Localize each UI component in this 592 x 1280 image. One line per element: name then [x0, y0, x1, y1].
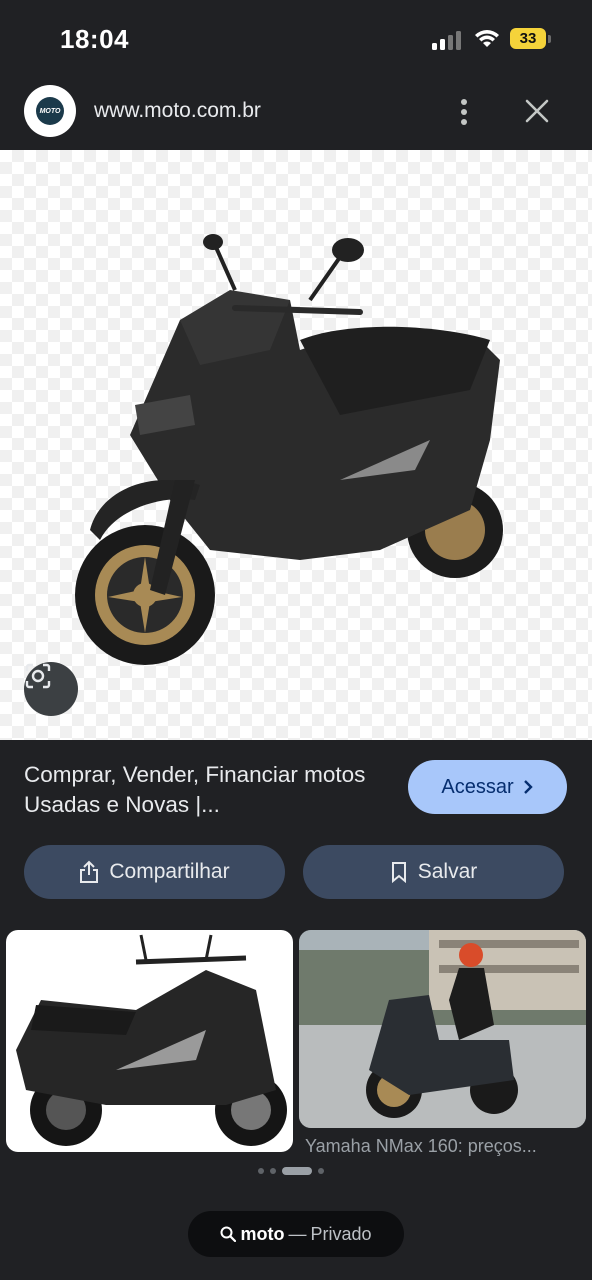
- scooter-image: [75, 234, 503, 665]
- related-image-1[interactable]: [6, 930, 293, 1152]
- signal-icon: [432, 31, 461, 50]
- scooter-thumb-1: [16, 934, 287, 1146]
- chevron-right-icon: [523, 780, 533, 794]
- related-caption-2[interactable]: Yamaha NMax 160: preços...: [305, 1136, 565, 1157]
- share-button[interactable]: Compartilhar: [24, 845, 285, 899]
- status-bar: 18:04 33: [0, 0, 592, 80]
- search-pill[interactable]: moto — Privado: [188, 1211, 404, 1257]
- search-query: moto: [240, 1223, 285, 1244]
- lens-icon: [25, 663, 51, 689]
- search-icon: [220, 1226, 237, 1242]
- share-icon: [80, 860, 99, 883]
- bookmark-icon: [391, 862, 406, 883]
- private-mode-label: Privado: [310, 1223, 372, 1244]
- pager-dot-active[interactable]: [282, 1167, 312, 1175]
- share-label: Compartilhar: [109, 860, 230, 883]
- rider-thumb-2: [299, 930, 586, 1128]
- search-separator: —: [288, 1223, 307, 1244]
- pager-dot[interactable]: [318, 1168, 324, 1174]
- access-button[interactable]: Acessar: [408, 760, 567, 814]
- result-title[interactable]: Comprar, Vender, Financiar motos Usadas …: [24, 760, 384, 820]
- save-label: Salvar: [417, 860, 478, 883]
- battery-tip: [548, 35, 551, 43]
- lens-button[interactable]: [24, 662, 78, 716]
- battery-icon: 33: [510, 28, 546, 49]
- main-image[interactable]: [0, 150, 592, 740]
- close-icon[interactable]: [522, 96, 552, 126]
- wifi-icon: [475, 30, 499, 47]
- url-bar: MOTO www.moto.com.br: [0, 80, 592, 150]
- pager-dot[interactable]: [258, 1168, 264, 1174]
- save-button[interactable]: Salvar: [303, 845, 564, 899]
- favicon-logo: MOTO: [36, 97, 64, 125]
- access-label: Acessar: [441, 775, 514, 798]
- related-image-2[interactable]: [299, 930, 586, 1128]
- favicon-icon: MOTO: [24, 85, 76, 137]
- pager-dot[interactable]: [270, 1168, 276, 1174]
- status-time: 18:04: [60, 24, 129, 54]
- more-vert-icon[interactable]: [450, 94, 478, 130]
- pager-dots: [258, 1166, 324, 1176]
- url-text[interactable]: www.moto.com.br: [94, 99, 261, 123]
